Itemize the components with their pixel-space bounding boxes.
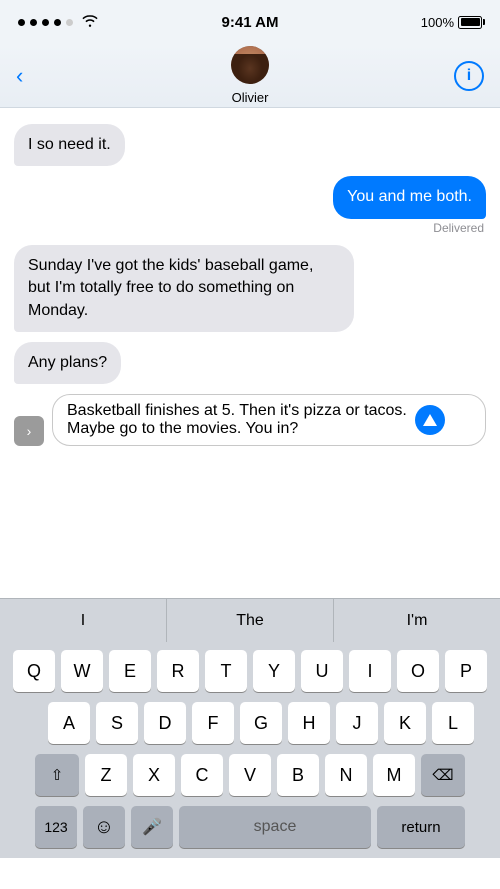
signal-dot-4	[54, 19, 61, 26]
key-o[interactable]: O	[397, 650, 439, 692]
bubble-text-2: You and me both.	[347, 188, 472, 205]
info-icon: i	[467, 67, 471, 85]
key-microphone[interactable]: 🎤	[131, 806, 173, 848]
message-row-2: You and me both. Delivered	[14, 176, 486, 234]
key-return[interactable]: return	[377, 806, 465, 848]
key-a[interactable]: A	[48, 702, 90, 744]
key-n[interactable]: N	[325, 754, 367, 796]
key-d[interactable]: D	[144, 702, 186, 744]
key-space[interactable]: space	[179, 806, 371, 848]
message-row-draft: › Basketball finishes at 5. Then it's pi…	[14, 394, 486, 446]
battery-percent: 100%	[421, 15, 454, 30]
key-u[interactable]: U	[301, 650, 343, 692]
bubble-text-4: Any plans?	[28, 354, 107, 371]
battery-icon	[458, 16, 482, 29]
predict-item-2[interactable]: The	[167, 599, 334, 642]
contact-name: Olivier	[232, 90, 269, 105]
key-r[interactable]: R	[157, 650, 199, 692]
keyboard-row-bottom: 123 ☺ 🎤 space return	[3, 806, 497, 854]
back-chevron-icon: ‹	[16, 65, 23, 87]
key-m[interactable]: M	[373, 754, 415, 796]
key-c[interactable]: C	[181, 754, 223, 796]
key-t[interactable]: T	[205, 650, 247, 692]
delivered-label: Delivered	[433, 221, 484, 235]
key-delete[interactable]: ⌫	[421, 754, 465, 796]
status-right: 100%	[421, 15, 482, 30]
bubble-incoming-4: Any plans?	[14, 342, 121, 384]
bubble-outgoing-2: You and me both.	[333, 176, 486, 218]
signal-dot-1	[18, 19, 25, 26]
bubble-incoming-3: Sunday I've got the kids' baseball game,…	[14, 245, 354, 332]
avatar[interactable]	[231, 46, 269, 84]
key-z[interactable]: Z	[85, 754, 127, 796]
key-w[interactable]: W	[61, 650, 103, 692]
key-v[interactable]: V	[229, 754, 271, 796]
keyboard-row-3: ⇧ Z X C V B N M ⌫	[3, 754, 497, 796]
info-button[interactable]: i	[454, 61, 484, 91]
key-s[interactable]: S	[96, 702, 138, 744]
key-j[interactable]: J	[336, 702, 378, 744]
send-icon	[423, 414, 437, 426]
key-numbers[interactable]: 123	[35, 806, 77, 848]
bubble-text-1: I so need it.	[28, 136, 111, 153]
key-h[interactable]: H	[288, 702, 330, 744]
predict-item-3[interactable]: I'm	[334, 599, 500, 642]
keyboard-row-1: Q W E R T Y U I O P	[3, 650, 497, 692]
key-e[interactable]: E	[109, 650, 151, 692]
key-shift[interactable]: ⇧	[35, 754, 79, 796]
key-i[interactable]: I	[349, 650, 391, 692]
status-bar: 9:41 AM 100%	[0, 0, 500, 44]
key-b[interactable]: B	[277, 754, 319, 796]
expand-button[interactable]: ›	[14, 416, 44, 446]
key-y[interactable]: Y	[253, 650, 295, 692]
draft-text: Basketball finishes at 5. Then it's pizz…	[67, 402, 453, 438]
status-left	[18, 14, 98, 30]
expand-icon: ›	[27, 423, 32, 439]
message-row-3: Sunday I've got the kids' baseball game,…	[14, 245, 486, 332]
signal-dot-3	[42, 19, 49, 26]
keyboard-row-2: A S D F G H J K L	[3, 702, 497, 744]
signal-dot-5	[66, 19, 73, 26]
status-time: 9:41 AM	[222, 14, 279, 31]
key-x[interactable]: X	[133, 754, 175, 796]
key-p[interactable]: P	[445, 650, 487, 692]
key-q[interactable]: Q	[13, 650, 55, 692]
nav-bar: ‹ Olivier i	[0, 44, 500, 108]
predictive-bar: I The I'm	[0, 598, 500, 642]
bubble-text-3: Sunday I've got the kids' baseball game,…	[28, 257, 313, 319]
key-emoji[interactable]: ☺	[83, 806, 125, 848]
bubble-incoming-1: I so need it.	[14, 124, 125, 166]
key-g[interactable]: G	[240, 702, 282, 744]
key-l[interactable]: L	[432, 702, 474, 744]
back-button[interactable]: ‹	[16, 65, 23, 87]
messages-area: I so need it. You and me both. Delivered…	[0, 108, 500, 598]
keyboard: Q W E R T Y U I O P A S D F G H J K L ⇧ …	[0, 642, 500, 858]
draft-input-box[interactable]: Basketball finishes at 5. Then it's pizz…	[52, 394, 486, 446]
signal-dot-2	[30, 19, 37, 26]
nav-center: Olivier	[231, 46, 269, 105]
predict-item-1[interactable]: I	[0, 599, 167, 642]
key-f[interactable]: F	[192, 702, 234, 744]
message-row-4: Any plans?	[14, 342, 486, 384]
wifi-icon	[82, 14, 98, 30]
message-row-1: I so need it.	[14, 124, 486, 166]
key-k[interactable]: K	[384, 702, 426, 744]
